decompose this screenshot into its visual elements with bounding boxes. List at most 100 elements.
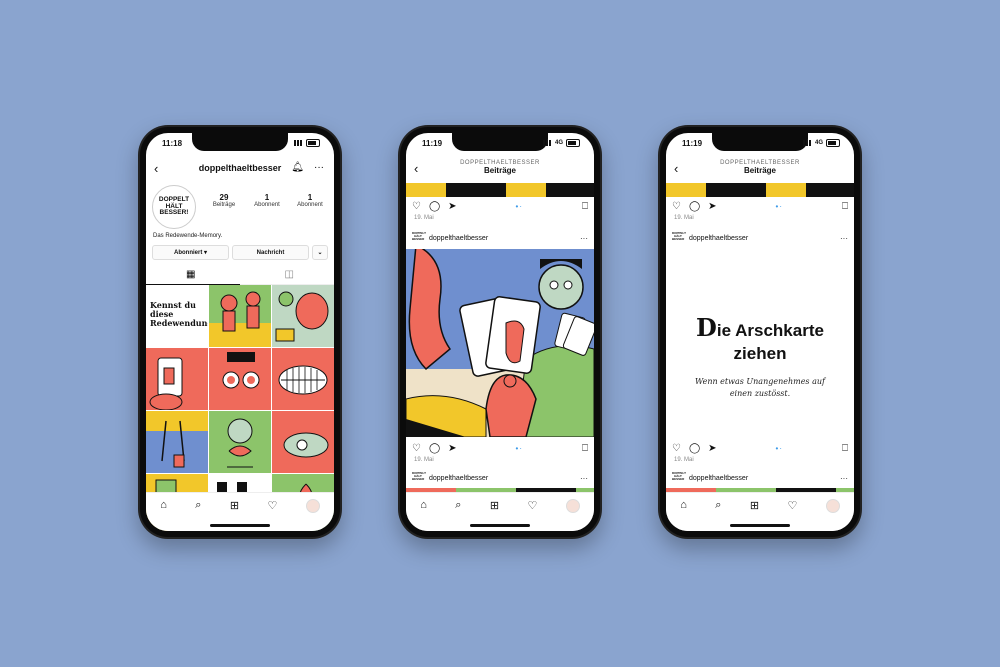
bookmark-icon[interactable]: ⎕: [582, 443, 588, 454]
post-avatar[interactable]: DOPPELT HÄLT BESSER: [672, 472, 686, 484]
avatar-icon[interactable]: [825, 499, 840, 513]
tile-illustration: [272, 348, 334, 410]
header-title: Beiträge: [483, 166, 516, 175]
post-avatar[interactable]: DOPPELT HÄLT BESSER: [412, 472, 426, 484]
stat-followers[interactable]: 1 Abonnent: [249, 193, 285, 208]
grid-tile[interactable]: [146, 348, 208, 410]
suggest-button[interactable]: ⌄: [312, 245, 328, 260]
add-icon[interactable]: ⊞: [490, 499, 499, 512]
home-icon[interactable]: ⌂: [680, 499, 687, 511]
post-avatar[interactable]: DOPPELT HÄLT BESSER: [672, 232, 686, 244]
post-date: 19. Mai: [674, 457, 694, 463]
grid-tile[interactable]: [209, 411, 271, 473]
post-image[interactable]: [406, 249, 594, 437]
share-icon[interactable]: ➤: [708, 443, 716, 454]
avatar-icon[interactable]: [305, 499, 320, 513]
heart-icon[interactable]: ♡: [412, 443, 421, 454]
tile-illustration: [209, 411, 271, 473]
status-right: 4G: [542, 139, 580, 147]
more-icon[interactable]: ···: [580, 234, 588, 243]
heart-icon[interactable]: ♡: [672, 443, 681, 454]
post-avatar[interactable]: DOPPELT HÄLT BESSER: [412, 232, 426, 244]
post-actions: ♡ ◯ ➤ •· ⎕: [412, 441, 588, 455]
followers-count: 1: [264, 193, 270, 202]
comment-icon[interactable]: ◯: [689, 201, 700, 212]
grid-tile[interactable]: [209, 285, 271, 347]
profile-screen: 11:18 ‹ doppelthaeltbesser 🔔︎ ··· DOPPEL…: [146, 133, 334, 531]
add-icon[interactable]: ⊞: [750, 499, 759, 512]
grid-tile[interactable]: [272, 411, 334, 473]
feed-header: ‹ DOPPELTHAELTBESSER Beiträge: [666, 159, 854, 183]
share-icon[interactable]: ➤: [448, 443, 456, 454]
add-icon[interactable]: ⊞: [230, 499, 239, 512]
following-label: Abonnent: [297, 202, 323, 208]
carousel-dots: •·: [515, 443, 524, 453]
post-date: 19. Mai: [674, 215, 694, 221]
card-illustration: [406, 249, 594, 437]
posts-label: Beiträge: [212, 202, 236, 208]
home-indicator: [730, 524, 790, 527]
battery-icon: [566, 139, 580, 147]
avatar-icon[interactable]: [565, 499, 580, 513]
status-time: 11:19: [422, 139, 443, 148]
stat-following[interactable]: 1 Abonnent: [292, 193, 328, 208]
home-icon[interactable]: ⌂: [420, 499, 427, 511]
grid-icon[interactable]: ▦: [186, 269, 195, 280]
post-username[interactable]: doppelthaeltbesser: [689, 475, 835, 482]
comment-icon[interactable]: ◯: [689, 443, 700, 454]
phone-profile: 11:18 ‹ doppelthaeltbesser 🔔︎ ··· DOPPEL…: [138, 125, 342, 539]
text-post-card[interactable]: Die Arschkarte ziehen Wenn etwas Unangen…: [666, 249, 854, 437]
more-icon[interactable]: ···: [840, 474, 848, 483]
heart-icon[interactable]: ♡: [412, 201, 421, 212]
text-post-screen: 11:19 4G ‹ DOPPELTHAELTBESSER Beiträge ♡…: [666, 133, 854, 531]
grid-tile[interactable]: [209, 348, 271, 410]
search-icon[interactable]: ⌕: [455, 499, 461, 512]
tile-illustration: [209, 285, 271, 347]
heart-icon[interactable]: ♡: [527, 499, 537, 512]
more-icon[interactable]: ···: [314, 162, 324, 173]
comment-icon[interactable]: ◯: [429, 201, 440, 212]
more-icon[interactable]: ···: [580, 474, 588, 483]
tile-illustration: [272, 285, 334, 347]
more-icon[interactable]: ···: [840, 234, 848, 243]
comment-icon[interactable]: ◯: [429, 443, 440, 454]
feed-header: ‹ DOPPELTHAELTBESSER Beiträge: [406, 159, 594, 183]
post-username[interactable]: doppelthaeltbesser: [689, 235, 835, 242]
search-icon[interactable]: ⌕: [195, 499, 201, 512]
chevron-left-icon[interactable]: ‹: [674, 161, 678, 176]
idiom-meaning: Wenn etwas Unangenehmes auf einen zustös…: [695, 377, 825, 399]
grid-tile[interactable]: [272, 348, 334, 410]
share-icon[interactable]: ➤: [708, 201, 716, 212]
signal-icon: [294, 140, 303, 146]
grid-tile[interactable]: [146, 411, 208, 473]
post-username[interactable]: doppelthaeltbesser: [429, 475, 575, 482]
phone-text-post: 11:19 4G ‹ DOPPELTHAELTBESSER Beiträge ♡…: [658, 125, 862, 539]
home-indicator: [210, 524, 270, 527]
grid-tile[interactable]: Kennst du diese Redewendung?: [146, 285, 208, 347]
bell-icon[interactable]: 🔔︎: [291, 162, 304, 173]
chevron-left-icon[interactable]: ‹: [414, 161, 418, 176]
status-time: 11:19: [682, 139, 703, 148]
bookmark-icon[interactable]: ⎕: [582, 201, 588, 212]
profile-actions: Abonniert ▾ Nachricht ⌄: [152, 245, 328, 260]
bookmark-icon[interactable]: ⎕: [842, 201, 848, 212]
search-icon[interactable]: ⌕: [715, 499, 721, 512]
chevron-left-icon[interactable]: ‹: [154, 161, 158, 176]
stat-posts[interactable]: 29 Beiträge: [206, 193, 242, 208]
follow-button[interactable]: Abonniert ▾: [152, 245, 229, 260]
heart-icon[interactable]: ♡: [672, 201, 681, 212]
grid-tile[interactable]: [272, 285, 334, 347]
post-username[interactable]: doppelthaeltbesser: [429, 235, 575, 242]
header-title: Beiträge: [743, 166, 776, 175]
share-icon[interactable]: ➤: [448, 201, 456, 212]
tile-illustration: [272, 411, 334, 473]
home-icon[interactable]: ⌂: [160, 499, 167, 511]
post-actions: ♡ ◯ ➤ •· ⎕: [672, 199, 848, 213]
bookmark-icon[interactable]: ⎕: [842, 443, 848, 454]
status-right: [294, 139, 320, 147]
tagged-icon[interactable]: ◫: [285, 269, 294, 280]
avatar[interactable]: DOPPELT HÄLT BESSER!: [152, 185, 196, 229]
heart-icon[interactable]: ♡: [267, 499, 277, 512]
heart-icon[interactable]: ♡: [787, 499, 797, 512]
message-button[interactable]: Nachricht: [232, 245, 309, 260]
